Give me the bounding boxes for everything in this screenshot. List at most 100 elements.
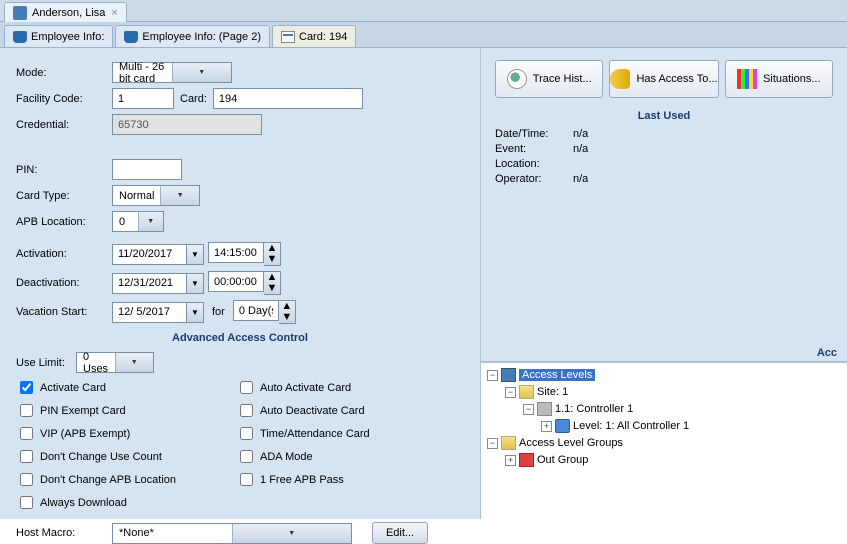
has-access-to-button[interactable]: Has Access To...: [609, 60, 718, 98]
person-plus-icon: [124, 31, 138, 43]
time-attendance-checkbox[interactable]: Time/Attendance Card: [236, 424, 370, 443]
host-macro-value: *None*: [113, 527, 232, 539]
credential-label: Credential:: [16, 119, 112, 131]
chevron-down-icon[interactable]: ▼: [232, 524, 352, 543]
pin-label: PIN:: [16, 164, 112, 176]
tree-node-out-group[interactable]: + Out Group: [487, 452, 841, 469]
event-value: n/a: [573, 143, 588, 155]
window-title-tabs: Anderson, Lisa ×: [0, 0, 847, 22]
mode-combo[interactable]: Multi - 26 bit card ▼: [112, 62, 232, 83]
person-icon: [13, 31, 27, 43]
auto-deactivate-checkbox[interactable]: Auto Deactivate Card: [236, 401, 370, 420]
activation-date[interactable]: ▼: [112, 244, 204, 265]
vacation-for-label: for: [212, 306, 225, 318]
site-icon: [519, 385, 534, 399]
datetime-value: n/a: [573, 128, 588, 140]
spinner-buttons[interactable]: ▲▼: [264, 271, 281, 295]
chevron-down-icon[interactable]: ▼: [187, 273, 204, 294]
spinner-buttons[interactable]: ▲▼: [264, 242, 281, 266]
use-limit-combo[interactable]: 0 Uses ▼: [76, 352, 154, 373]
tab-employee-info[interactable]: Employee Info:: [4, 25, 113, 47]
close-icon[interactable]: ×: [111, 7, 117, 19]
auto-activate-checkbox[interactable]: Auto Activate Card: [236, 378, 370, 397]
situations-icon: [737, 69, 757, 89]
collapse-icon[interactable]: −: [487, 370, 498, 381]
trace-icon: [507, 69, 527, 89]
situations-button[interactable]: Situations...: [725, 60, 833, 98]
operator-label: Operator:: [495, 173, 573, 185]
tree-label: Access Level Groups: [519, 437, 623, 449]
apb-location-label: APB Location:: [16, 216, 112, 228]
tree-node-level[interactable]: + Level: 1: All Controller 1: [487, 418, 841, 435]
dont-change-apb-checkbox[interactable]: Don't Change APB Location: [16, 470, 176, 489]
use-limit-value: 0 Uses: [77, 351, 115, 375]
tab-card[interactable]: Card: 194: [272, 25, 356, 47]
expand-icon[interactable]: +: [505, 455, 516, 466]
deactivation-time-input[interactable]: [208, 271, 264, 292]
chevron-down-icon[interactable]: ▼: [115, 353, 154, 372]
activation-label: Activation:: [16, 248, 112, 260]
vacation-date[interactable]: ▼: [112, 302, 204, 323]
dont-change-use-checkbox[interactable]: Don't Change Use Count: [16, 447, 176, 466]
activation-time-input[interactable]: [208, 242, 264, 263]
event-label: Event:: [495, 143, 573, 155]
pin-exempt-checkbox[interactable]: PIN Exempt Card: [16, 401, 176, 420]
group-icon: [519, 453, 534, 467]
vacation-days-input[interactable]: [233, 300, 279, 321]
operator-value: n/a: [573, 173, 588, 185]
monitor-icon: [501, 368, 516, 382]
pin-input[interactable]: [112, 159, 182, 180]
trace-history-button[interactable]: Trace Hist...: [495, 60, 603, 98]
location-label: Location:: [495, 158, 573, 170]
activation-date-input[interactable]: [112, 244, 187, 265]
vacation-days[interactable]: ▲▼: [233, 300, 296, 324]
mode-value: Multi - 26 bit card: [113, 61, 172, 85]
chevron-down-icon[interactable]: ▼: [187, 302, 204, 323]
collapse-icon[interactable]: −: [523, 404, 534, 415]
credential-input: [112, 114, 262, 135]
tree-node-access-levels[interactable]: − Access Levels: [487, 367, 841, 384]
card-type-label: Card Type:: [16, 190, 112, 202]
vacation-date-input[interactable]: [112, 302, 187, 323]
card-type-combo[interactable]: Normal ▼: [112, 185, 200, 206]
activate-card-checkbox[interactable]: Activate Card: [16, 378, 176, 397]
expand-icon[interactable]: +: [541, 421, 552, 432]
sub-tabs: Employee Info: Employee Info: (Page 2) C…: [0, 22, 847, 48]
facility-code-input[interactable]: [112, 88, 174, 109]
spinner-buttons[interactable]: ▲▼: [279, 300, 296, 324]
datetime-label: Date/Time:: [495, 128, 573, 140]
tree-label: Access Levels: [519, 369, 595, 381]
chevron-down-icon[interactable]: ▼: [187, 244, 204, 265]
deactivation-time[interactable]: ▲▼: [208, 271, 281, 295]
level-icon: [555, 419, 570, 433]
collapse-icon[interactable]: −: [487, 438, 498, 449]
tree-node-controller[interactable]: − 1.1: Controller 1: [487, 401, 841, 418]
edit-button[interactable]: Edit...: [372, 522, 428, 544]
one-free-apb-checkbox[interactable]: 1 Free APB Pass: [236, 470, 370, 489]
vacation-label: Vacation Start:: [16, 306, 112, 318]
chevron-down-icon[interactable]: ▼: [160, 186, 199, 205]
chevron-down-icon[interactable]: ▼: [172, 63, 232, 82]
card-number-input[interactable]: [213, 88, 363, 109]
tree-label: Level: 1: All Controller 1: [573, 420, 689, 432]
tree-label: Site: 1: [537, 386, 568, 398]
tree-node-groups[interactable]: − Access Level Groups: [487, 435, 841, 452]
card-icon: [281, 31, 295, 43]
host-macro-combo[interactable]: *None* ▼: [112, 523, 352, 544]
collapse-icon[interactable]: −: [505, 387, 516, 398]
apb-location-combo[interactable]: 0 ▼: [112, 211, 164, 232]
tab-label: Employee Info:: [31, 31, 104, 43]
chevron-down-icon[interactable]: ▼: [138, 212, 164, 231]
ada-mode-checkbox[interactable]: ADA Mode: [236, 447, 370, 466]
always-download-checkbox[interactable]: Always Download: [16, 493, 176, 512]
access-tree[interactable]: − Access Levels − Site: 1 − 1.1: Control…: [481, 362, 847, 520]
facility-code-label: Facility Code:: [16, 93, 112, 105]
tree-node-site[interactable]: − Site: 1: [487, 384, 841, 401]
deactivation-date[interactable]: ▼: [112, 273, 204, 294]
record-tab[interactable]: Anderson, Lisa ×: [4, 2, 127, 22]
activation-time[interactable]: ▲▼: [208, 242, 281, 266]
vip-checkbox[interactable]: VIP (APB Exempt): [16, 424, 176, 443]
deactivation-date-input[interactable]: [112, 273, 187, 294]
tab-employee-info-2[interactable]: Employee Info: (Page 2): [115, 25, 270, 47]
folder-icon: [501, 436, 516, 450]
